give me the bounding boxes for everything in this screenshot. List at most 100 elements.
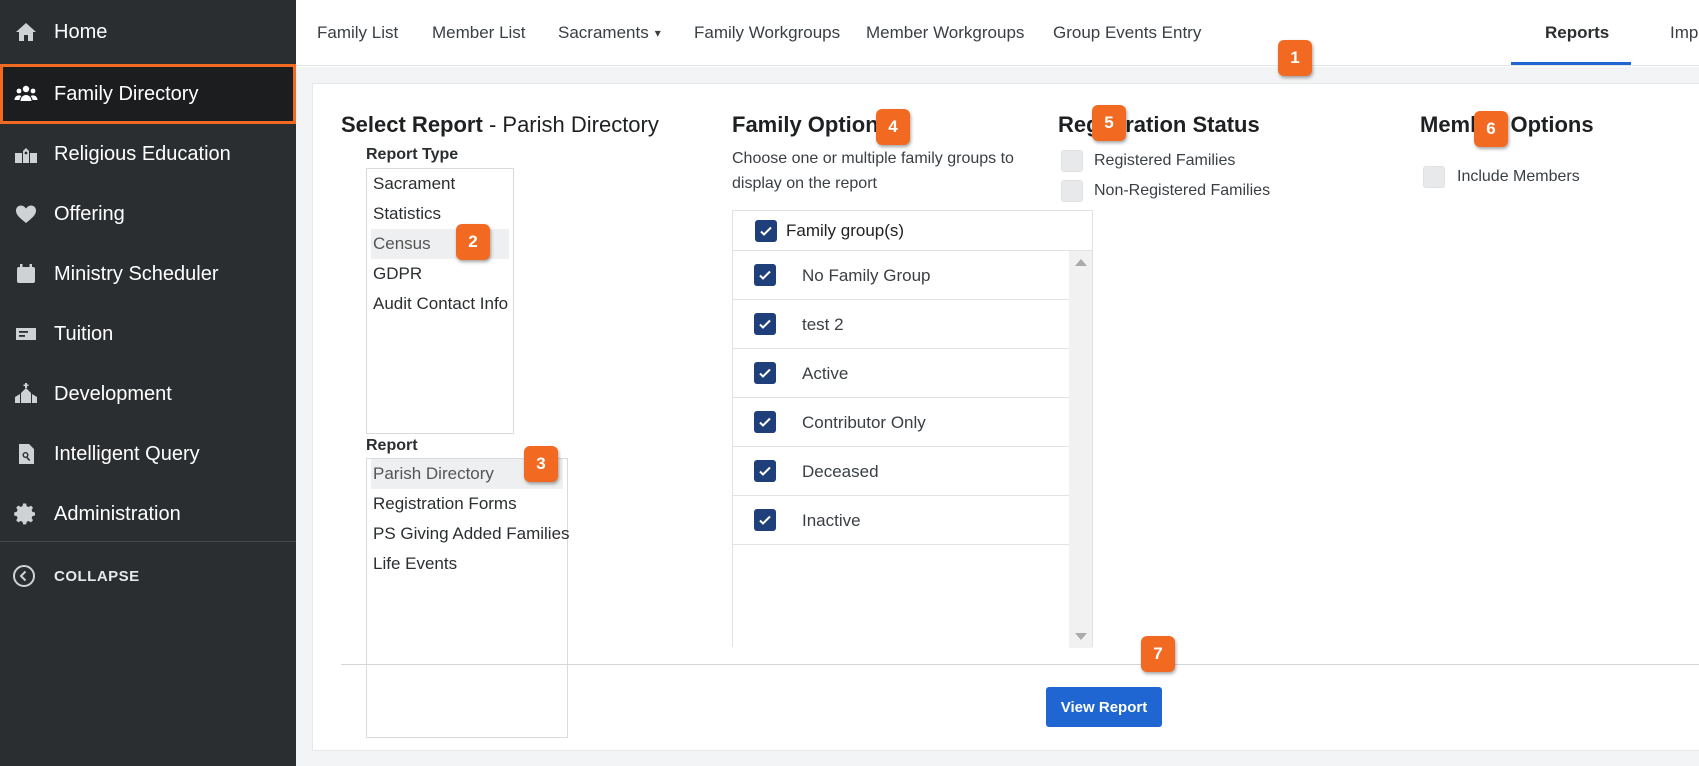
list-item[interactable]: Registration Forms (371, 489, 563, 519)
sidebar-divider (0, 541, 296, 542)
main-area: Select Report - Parish Directory Report … (296, 67, 1699, 766)
report-listbox[interactable]: Parish Directory Registration Forms PS G… (366, 458, 570, 738)
list-item[interactable]: Audit Contact Info (371, 289, 509, 319)
table-row[interactable]: Deceased (733, 448, 1069, 496)
heart-icon (12, 200, 40, 228)
list-item[interactable]: PS Giving Added Families (371, 519, 570, 549)
checkmark-icon (759, 466, 771, 476)
home-icon (12, 18, 40, 46)
sidebar-item-administration[interactable]: Administration (0, 484, 296, 544)
list-item[interactable]: Sacrament (371, 169, 509, 199)
family-groups-table: Family group(s) No Family Group test 2 A… (732, 210, 1093, 648)
table-row[interactable]: No Family Group (733, 252, 1069, 300)
sidebar-item-tuition[interactable]: Tuition (0, 304, 296, 364)
chevron-left-circle-icon (12, 564, 36, 588)
school-icon (12, 140, 40, 168)
tab-sacraments[interactable]: Sacraments ▾ (558, 0, 661, 66)
people-icon (12, 80, 40, 108)
checkmark-icon (759, 515, 771, 525)
view-report-button[interactable]: View Report (1046, 687, 1162, 727)
sidebar-item-label: Family Directory (54, 82, 199, 105)
checkmark-icon (759, 270, 771, 280)
family-groups-header-label: Family group(s) (786, 220, 905, 240)
family-group-checkbox[interactable] (754, 313, 776, 335)
select-report-heading: Select Report (341, 112, 483, 137)
list-item[interactable]: Life Events (371, 549, 563, 579)
sidebar-item-family-directory[interactable]: Family Directory (0, 64, 296, 124)
report-type-label: Report Type (366, 146, 459, 163)
callout-badge-5: 5 (1092, 105, 1126, 141)
checkmark-icon (759, 368, 771, 378)
family-group-checkbox[interactable] (754, 411, 776, 433)
sidebar-item-label: Tuition (54, 322, 114, 345)
sidebar-item-label: Religious Education (54, 142, 231, 165)
non-registered-families-label: Non-Registered Families (1094, 182, 1271, 199)
registration-status-title: Registration Status (1058, 112, 1260, 137)
table-row[interactable]: Inactive (733, 497, 1069, 545)
sidebar-item-ministry-scheduler[interactable]: Ministry Scheduler (0, 244, 296, 304)
list-item[interactable]: GDPR (371, 259, 509, 289)
tab-reports[interactable]: Reports (1545, 0, 1609, 66)
sidebar-item-intelligent-query[interactable]: Intelligent Query (0, 424, 296, 484)
tab-member-workgroups[interactable]: Member Workgroups (866, 0, 1024, 66)
family-groups-header: Family group(s) (733, 211, 1092, 251)
form-divider (341, 664, 1699, 665)
report-label: Report (366, 437, 418, 454)
callout-badge-2: 2 (456, 224, 490, 260)
sidebar-item-development[interactable]: Development (0, 364, 296, 424)
collapse-button[interactable]: COLLAPSE (0, 556, 296, 596)
sidebar-item-label: Ministry Scheduler (54, 262, 219, 285)
tab-sacraments-label: Sacraments (558, 23, 649, 42)
tab-family-workgroups[interactable]: Family Workgroups (694, 0, 840, 66)
table-row[interactable]: test 2 (733, 301, 1069, 349)
callout-badge-4: 4 (876, 109, 910, 145)
family-options-title: Family Options (732, 112, 891, 137)
tab-member-list[interactable]: Member List (432, 0, 526, 66)
family-group-label: test 2 (802, 314, 844, 334)
callout-badge-7: 7 (1141, 636, 1175, 672)
include-members-checkbox[interactable] (1423, 166, 1445, 188)
family-group-checkbox[interactable] (754, 509, 776, 531)
report-type-listbox[interactable]: Sacrament Statistics Census GDPR Audit C… (366, 168, 514, 434)
checkmark-icon (760, 226, 772, 236)
family-group-label: No Family Group (802, 265, 931, 285)
scroll-down-arrow-icon[interactable] (1075, 633, 1087, 640)
checkmark-icon (759, 417, 771, 427)
sidebar: Home Family Directory Religious Educatio… (0, 0, 296, 766)
select-report-title: Select Report - Parish Directory (341, 112, 659, 138)
top-nav: Family List Member List Sacraments ▾ Fam… (296, 0, 1699, 66)
non-registered-families-checkbox[interactable] (1061, 180, 1083, 202)
list-item[interactable]: Statistics (371, 199, 509, 229)
tab-group-events-entry[interactable]: Group Events Entry (1053, 0, 1201, 66)
family-group-checkbox[interactable] (754, 460, 776, 482)
sidebar-item-label: Offering (54, 202, 125, 225)
registered-families-checkbox[interactable] (1061, 150, 1083, 172)
select-all-checkbox[interactable] (755, 220, 777, 242)
table-row[interactable]: Contributor Only (733, 399, 1069, 447)
family-group-checkbox[interactable] (754, 362, 776, 384)
tab-import[interactable]: Import (1670, 0, 1699, 66)
sidebar-item-label: Intelligent Query (54, 442, 200, 465)
table-row[interactable]: Active (733, 350, 1069, 398)
family-group-checkbox[interactable] (754, 264, 776, 286)
callout-badge-6: 6 (1474, 111, 1508, 147)
include-members-label: Include Members (1457, 168, 1580, 185)
tab-family-list[interactable]: Family List (317, 0, 398, 66)
family-group-label: Inactive (802, 510, 861, 530)
sidebar-item-offering[interactable]: Offering (0, 184, 296, 244)
active-tab-indicator (1511, 62, 1631, 65)
gear-icon (12, 500, 40, 528)
family-group-label: Active (802, 363, 849, 383)
title-separator: - (482, 112, 503, 137)
sidebar-item-religious-education[interactable]: Religious Education (0, 124, 296, 184)
sidebar-item-home[interactable]: Home (0, 2, 296, 62)
family-group-label: Deceased (802, 461, 879, 481)
registered-families-label: Registered Families (1094, 152, 1236, 169)
search-document-icon (12, 440, 40, 468)
collapse-label: COLLAPSE (54, 567, 140, 585)
scroll-up-arrow-icon[interactable] (1075, 259, 1087, 266)
church-icon (12, 380, 40, 408)
sidebar-item-label: Home (54, 20, 108, 43)
family-groups-scrollbar[interactable] (1069, 251, 1092, 648)
callout-badge-1: 1 (1278, 40, 1312, 76)
